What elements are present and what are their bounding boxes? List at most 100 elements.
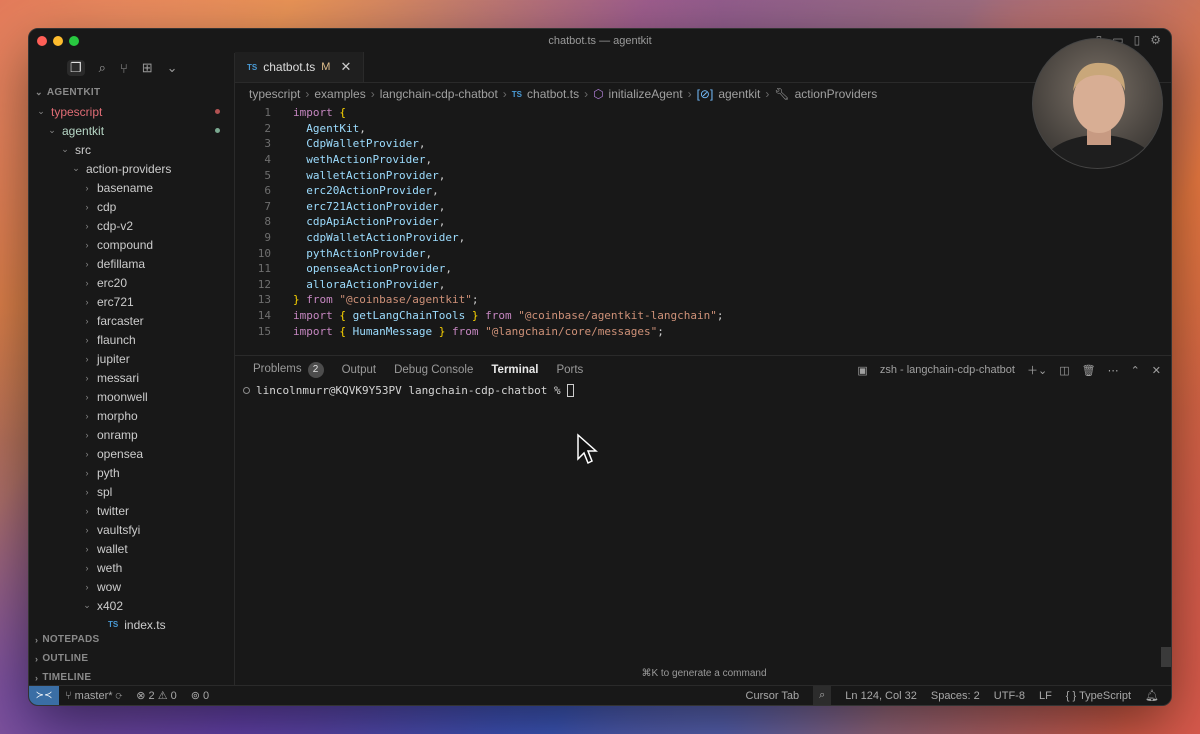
tree-folder[interactable]: ⌄ src — [29, 140, 234, 159]
tree-folder[interactable]: › morpho — [29, 406, 234, 425]
chevron-down-icon: ⌄ — [83, 600, 91, 610]
breadcrumb-item[interactable]: chatbot.ts — [527, 87, 579, 101]
bell-icon[interactable]: 🔔︎ — [1145, 689, 1159, 702]
breadcrumb-item[interactable]: langchain-cdp-chatbot — [380, 87, 498, 101]
tab-problems[interactable]: Problems 2 — [253, 362, 324, 378]
chevron-right-icon: › — [85, 410, 89, 421]
tree-folder[interactable]: ⌄ action-providers — [29, 159, 234, 178]
tree-folder[interactable]: ⌄ typescript — [29, 102, 234, 121]
tab-debug-console[interactable]: Debug Console — [394, 364, 473, 376]
tree-folder[interactable]: › messari — [29, 368, 234, 387]
line-number: 12 — [257, 277, 271, 291]
tree-item-label: twitter — [97, 503, 130, 518]
maximize-window-button[interactable] — [69, 36, 79, 46]
toggle-secondary-sidebar-icon[interactable]: ▯ — [1134, 33, 1141, 47]
code-token: , — [438, 277, 446, 291]
code-token: AgentKit — [293, 121, 360, 135]
tree-folder[interactable]: › basename — [29, 178, 234, 197]
breadcrumb-item[interactable]: initializeAgent — [609, 87, 683, 101]
tree-folder[interactable]: › onramp — [29, 425, 234, 444]
section-notepads[interactable]: › NOTEPADS — [29, 630, 234, 649]
code-token: } — [293, 293, 300, 307]
tree-folder[interactable]: › pyth — [29, 463, 234, 482]
ports-indicator[interactable]: ⊚ 0 — [191, 689, 209, 702]
tree-folder[interactable]: ⌄ x402 — [29, 596, 234, 615]
zoom-icon[interactable]: ⌕ — [813, 685, 832, 705]
terminal-icon: ▣ — [857, 364, 868, 377]
gear-icon[interactable]: ⚙ — [1150, 33, 1161, 47]
indentation[interactable]: Spaces: 2 — [931, 690, 980, 702]
close-panel-icon[interactable]: ✕ — [1152, 364, 1161, 377]
chevron-right-icon: › — [85, 315, 89, 326]
terminal-instance-label[interactable]: zsh - langchain-cdp-chatbot — [880, 364, 1015, 376]
line-number: 11 — [257, 262, 271, 276]
tab-problems-label: Problems — [253, 363, 302, 375]
line-number: 15 — [257, 324, 271, 338]
code-editor[interactable]: 1 import {2 AgentKit, 3 CdpWalletProvider,… — [235, 105, 1171, 355]
tab-terminal[interactable]: Terminal — [491, 364, 538, 376]
code-token: "@langchain/core/messages" — [485, 324, 658, 338]
remote-indicator-icon[interactable]: ≻≺ — [29, 685, 59, 705]
problems-indicator[interactable]: ⊗ 2 ⚠ 0 — [136, 689, 177, 702]
section-outline[interactable]: › OUTLINE — [29, 649, 234, 668]
tree-folder[interactable]: › cdp-v2 — [29, 216, 234, 235]
tree-folder[interactable]: › farcaster — [29, 311, 234, 330]
chevron-down-icon[interactable]: ⌄ — [167, 60, 178, 76]
chevron-right-icon: › — [35, 634, 39, 645]
close-tab-icon[interactable]: ✕ — [340, 59, 351, 75]
line-number: 7 — [264, 199, 271, 213]
trash-icon[interactable]: 🗑︎ — [1082, 364, 1096, 377]
status-right: Cursor Tab ⌕ Ln 124, Col 32 Spaces: 2 UT… — [746, 685, 1159, 705]
more-actions-icon[interactable]: ⋯ — [1108, 364, 1119, 377]
line-ending[interactable]: LF — [1039, 690, 1052, 702]
new-terminal-icon[interactable]: ＋⌄ — [1027, 362, 1047, 378]
search-icon[interactable]: ⌕ — [99, 60, 106, 76]
tree-folder[interactable]: › moonwell — [29, 387, 234, 406]
tree-folder[interactable]: ⌄ agentkit — [29, 121, 234, 140]
tree-folder[interactable]: › erc721 — [29, 292, 234, 311]
minimize-window-button[interactable] — [53, 36, 63, 46]
tab-output[interactable]: Output — [342, 364, 377, 376]
tab-ports[interactable]: Ports — [556, 364, 583, 376]
terminal-scrollbar[interactable] — [1161, 647, 1171, 667]
cursor-tab-status[interactable]: Cursor Tab — [746, 690, 800, 702]
tab-chatbot-ts[interactable]: TS chatbot.ts M ✕ — [235, 52, 365, 82]
title-bar: chatbot.ts — agentkit ▯ ▭ ▯ ⚙ — [29, 29, 1171, 53]
tree-folder[interactable]: › weth — [29, 558, 234, 577]
tree-folder[interactable]: › erc20 — [29, 273, 234, 292]
tree-folder[interactable]: › opensea — [29, 444, 234, 463]
language-mode[interactable]: { } TypeScript — [1066, 690, 1131, 702]
tree-folder[interactable]: › flaunch — [29, 330, 234, 349]
explorer-root-header[interactable]: ⌄ AGENTKIT — [29, 83, 234, 102]
terminal-prompt-line[interactable]: lincolnmurr@KQVK9Y53PV langchain-cdp-cha… — [243, 384, 574, 397]
close-window-button[interactable] — [37, 36, 47, 46]
tree-folder[interactable]: › wallet — [29, 539, 234, 558]
tree-folder[interactable]: › spl — [29, 482, 234, 501]
breadcrumb-item[interactable]: typescript — [249, 87, 300, 101]
cursor-position[interactable]: Ln 124, Col 32 — [845, 690, 917, 702]
tree-item-label: vaultsfyi — [97, 522, 141, 537]
tree-folder[interactable]: › cdp — [29, 197, 234, 216]
breadcrumb-item[interactable]: actionProviders — [795, 87, 878, 101]
tree-folder[interactable]: › wow — [29, 577, 234, 596]
branch-indicator[interactable]: ⑂ master* ⟳ — [65, 690, 122, 702]
tree-folder[interactable]: › jupiter — [29, 349, 234, 368]
split-terminal-icon[interactable]: ◫ — [1059, 364, 1069, 377]
breadcrumb-item[interactable]: agentkit — [718, 87, 760, 101]
extensions-icon[interactable]: ⊞ — [142, 60, 153, 76]
tree-item-label: moonwell — [97, 389, 148, 404]
maximize-panel-icon[interactable]: ⌃ — [1131, 364, 1140, 377]
tree-folder[interactable]: › twitter — [29, 501, 234, 520]
tree-folder[interactable]: › compound — [29, 235, 234, 254]
tree-folder[interactable]: › vaultsfyi — [29, 520, 234, 539]
breadcrumb-item[interactable]: examples — [314, 87, 365, 101]
line-number: 1 — [264, 106, 271, 120]
chevron-down-icon: ⌄ — [61, 144, 69, 154]
tree-folder[interactable]: › defillama — [29, 254, 234, 273]
code-token: "@coinbase/agentkit-langchain" — [518, 309, 717, 323]
code-token: ; — [657, 324, 664, 338]
encoding[interactable]: UTF-8 — [994, 690, 1025, 702]
explorer-icon[interactable]: ❐ — [67, 60, 85, 76]
code-line: 9 cdpWalletActionProvider, — [235, 230, 1171, 246]
source-control-icon[interactable]: ⑂ — [120, 61, 128, 76]
